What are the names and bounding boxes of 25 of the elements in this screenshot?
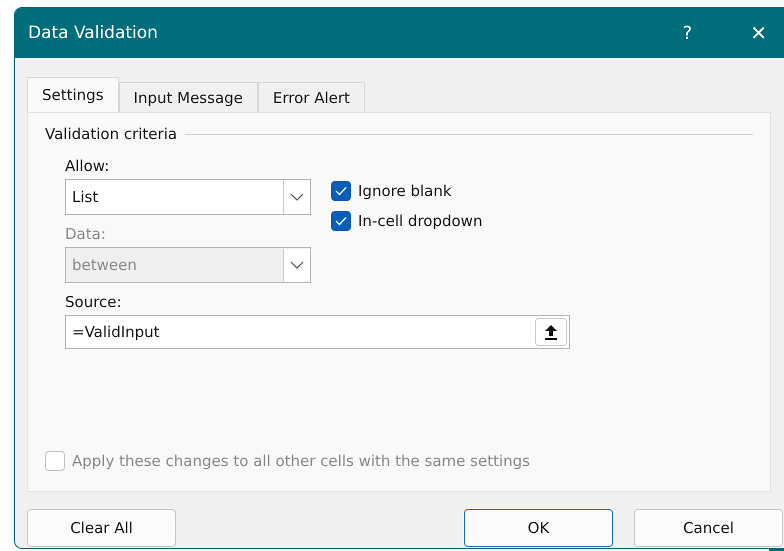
field-label: Allow: [65,157,110,175]
checkbox-label: Ignore blank [358,182,452,200]
checkbox[interactable] [331,181,351,201]
help-button[interactable]: ? [682,22,692,44]
dialog-button[interactable]: Cancel [634,509,783,547]
tab[interactable]: Error Alert [258,82,365,112]
checkbox-label: In-cell dropdown [358,212,482,230]
check-icon [335,186,347,196]
field-label: Source: [65,293,123,311]
field-label: Data: [65,225,107,243]
check-icon [335,216,347,226]
dropdown[interactable]: List [65,179,311,215]
source-field[interactable]: =ValidInput [65,315,570,349]
close-button[interactable]: ✕ [750,21,767,45]
checkbox-label: Apply these changes to all other cells with the same settings [72,452,530,470]
group-title: Validation criteria [45,125,178,143]
chevron-icon [283,248,310,282]
collapse-button[interactable] [535,318,567,346]
tab[interactable]: Settings [27,77,119,112]
dialog-button[interactable]: OK [464,509,613,547]
window-title: Data Validation [28,23,159,43]
checkbox[interactable] [331,211,351,231]
tab[interactable]: Input Message [118,82,258,112]
dialog-button[interactable]: Clear All [27,509,176,547]
upload-arrow-icon [544,324,558,340]
